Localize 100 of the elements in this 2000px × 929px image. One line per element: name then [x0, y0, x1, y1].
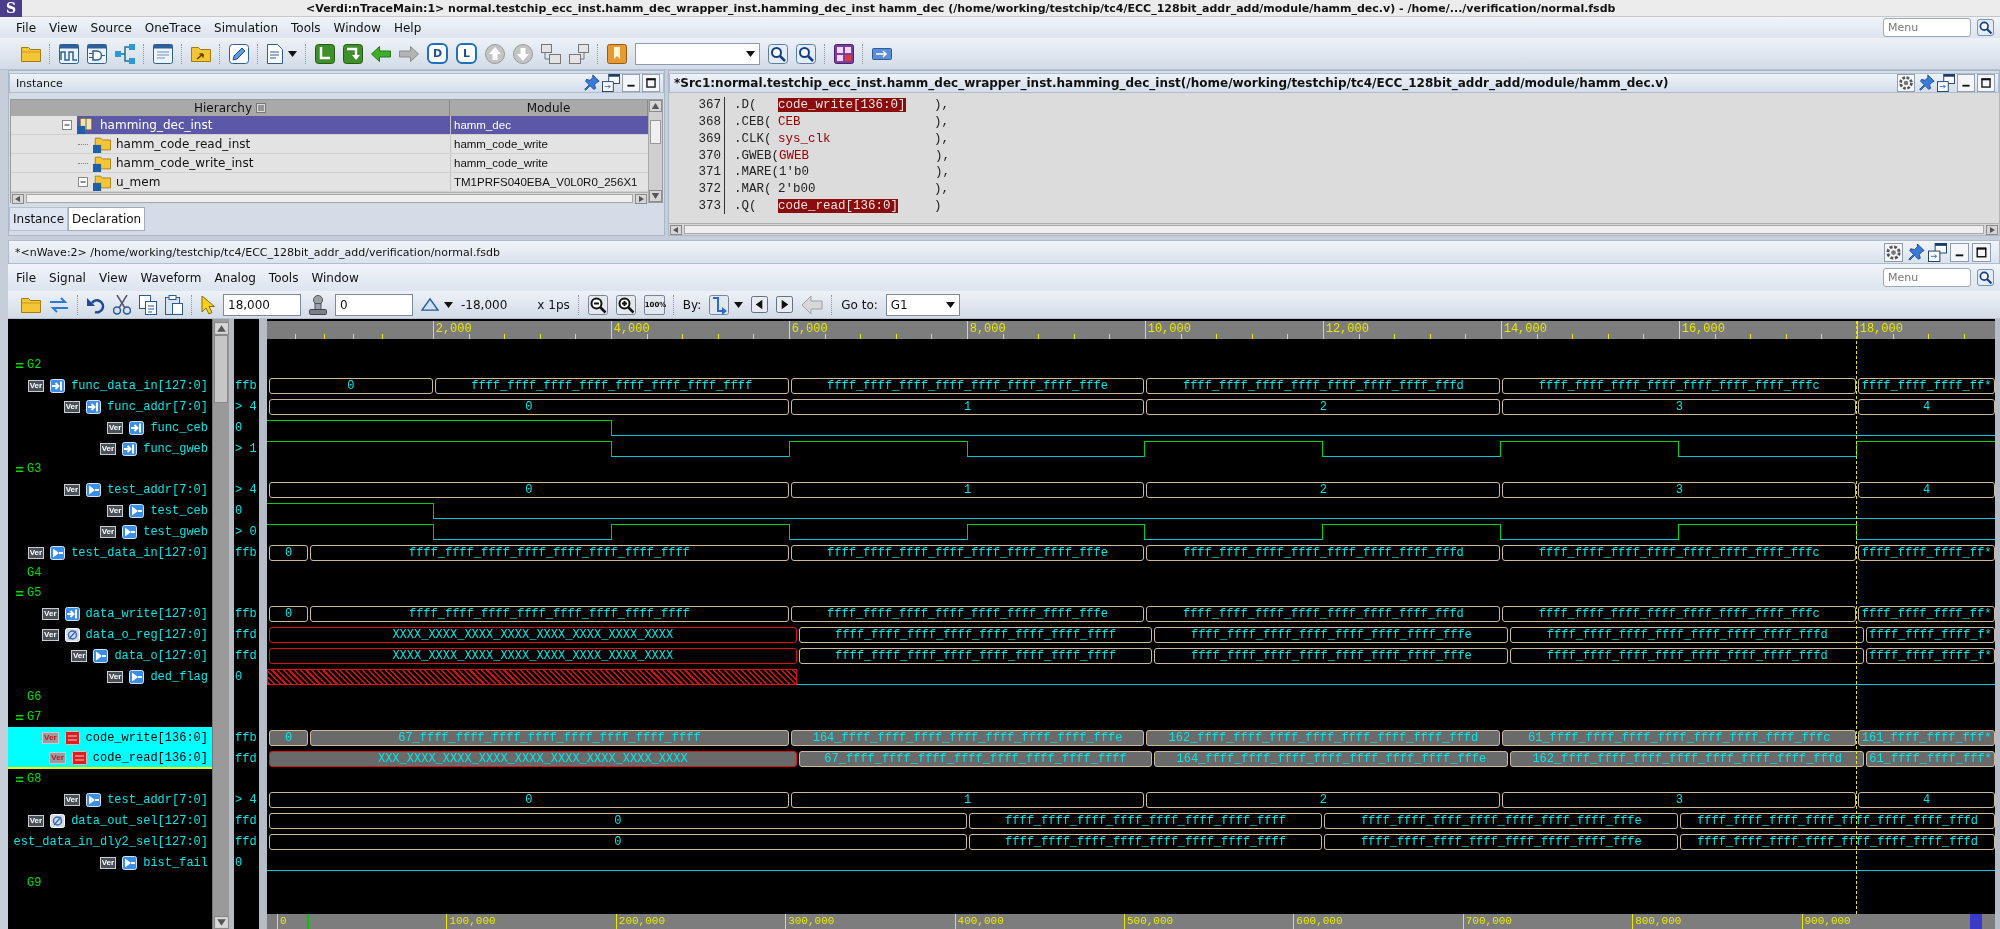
caret-icon[interactable] [288, 50, 297, 57]
tree-row[interactable]: u_mem TM1PRFS040EBA_V0L0R0_256X1 [93, 173, 648, 191]
clipboard-icon[interactable] [165, 294, 183, 315]
triangle-icon[interactable] [421, 298, 439, 311]
menu-item[interactable]: Analog [208, 270, 262, 285]
zoom-out-icon[interactable] [587, 294, 608, 315]
menu-item[interactable]: View [92, 270, 134, 285]
windows-icon[interactable] [602, 74, 620, 92]
scroll-right-icon[interactable] [1986, 224, 1998, 235]
horizontal-scrollbar[interactable] [669, 223, 1999, 235]
menu-search-field[interactable]: Menu [1883, 268, 1971, 287]
menu-item[interactable]: View [43, 20, 84, 35]
tree-row[interactable]: hamm_code_read_inst hamm_code_write [93, 135, 648, 153]
signal-row[interactable]: Ver test_data_in[127:0] [8, 542, 212, 563]
left-arrow-icon[interactable] [371, 45, 391, 62]
group-name[interactable]: G9 [27, 876, 42, 890]
windows-icon[interactable] [1937, 74, 1955, 92]
scroll-left-icon[interactable] [670, 224, 682, 235]
group-name[interactable]: G6 [27, 690, 42, 704]
gear-icon[interactable] [1897, 74, 1915, 92]
caret-icon[interactable] [444, 301, 453, 308]
tree-row[interactable]: hamming_dec_inst hamm_dec [77, 116, 648, 134]
marker-time-field[interactable]: 0 [335, 293, 413, 316]
pointer-arrow-icon[interactable] [201, 294, 215, 315]
signal-row[interactable]: Ver data_out_sel[127:0] [8, 810, 212, 831]
equals-icon[interactable] [16, 714, 23, 720]
search-icon[interactable] [1977, 269, 1994, 286]
signal-row[interactable]: Ver func_gweb [8, 438, 212, 459]
collapse-icon[interactable] [62, 120, 72, 130]
group-name[interactable]: G4 [27, 566, 42, 580]
equals-icon[interactable] [16, 590, 23, 596]
minimize-icon[interactable] [1957, 74, 1975, 92]
minimize-icon[interactable] [1950, 242, 1969, 262]
menu-item[interactable]: Tools [285, 20, 327, 35]
menu-item[interactable]: Source [84, 20, 138, 35]
swap-arrows-icon[interactable] [49, 296, 69, 313]
scroll-left-icon[interactable] [12, 193, 24, 204]
tile-button[interactable]: D [427, 43, 448, 64]
equals-icon[interactable] [16, 776, 23, 782]
menu-item[interactable]: Tools [262, 270, 305, 285]
copy-icon[interactable] [139, 294, 157, 315]
logic-gate-icon[interactable] [87, 43, 107, 64]
signal-row[interactable]: Ver test_addr[7:0] [8, 479, 212, 500]
group-name[interactable]: G8 [27, 772, 42, 786]
scrollbar-thumb[interactable] [26, 194, 633, 203]
folder-icon[interactable] [21, 296, 41, 313]
goto-dropdown[interactable]: G1 [885, 293, 960, 316]
signal-row[interactable]: Ver func_addr[7:0] [8, 396, 212, 417]
group-name[interactable]: G2 [27, 358, 42, 372]
tab[interactable]: Declaration [68, 207, 146, 231]
menu-item[interactable]: Help [387, 20, 428, 35]
scrollbar-thumb[interactable] [650, 120, 661, 144]
menu-item[interactable]: File [10, 270, 43, 285]
overview-thumb[interactable] [1970, 914, 1982, 929]
tile-button[interactable]: L [456, 43, 477, 64]
pin-icon[interactable] [582, 74, 600, 92]
equals-icon[interactable] [16, 466, 23, 472]
signal-row[interactable]: Ver data_write[127:0] [8, 603, 212, 624]
scroll-up-icon[interactable] [649, 100, 662, 112]
stacked-windows-icon[interactable] [569, 43, 589, 64]
up-arrow-circle-icon[interactable] [485, 43, 505, 64]
signal-row[interactable]: Ver data_o[127:0] [8, 645, 212, 666]
scrollbar-thumb[interactable] [214, 335, 228, 403]
pencil-icon[interactable] [229, 43, 249, 64]
document-icon[interactable] [267, 43, 283, 64]
gear-icon[interactable] [1884, 242, 1903, 262]
arrow-box-icon[interactable] [872, 47, 892, 60]
zoom-in-icon[interactable] [615, 294, 636, 315]
waveform-icon[interactable] [59, 43, 79, 64]
stamp-icon[interactable] [309, 294, 327, 315]
vertical-scrollbar[interactable] [212, 319, 229, 929]
group-name[interactable]: G7 [27, 710, 42, 724]
scroll-down-icon[interactable] [649, 190, 662, 202]
signal-row[interactable]: Ver test_addr[7:0] [8, 789, 212, 810]
menu-item[interactable]: Window [327, 20, 387, 35]
undo-icon[interactable] [87, 295, 105, 314]
group-name[interactable]: G5 [27, 586, 42, 600]
apps-icon[interactable] [834, 43, 854, 64]
signal-row[interactable]: Ver code_read[136:0] [8, 748, 212, 769]
cursor-time-field[interactable]: 18,000 [223, 293, 301, 316]
scroll-right-icon[interactable] [635, 193, 647, 204]
down-arrow-circle-icon[interactable] [513, 43, 533, 64]
folder-arrow-icon[interactable] [191, 45, 211, 62]
stacked-windows-icon[interactable] [541, 43, 561, 64]
bookmark-icon[interactable] [607, 43, 627, 64]
node-tree-icon[interactable] [115, 43, 135, 64]
maximize-icon[interactable] [642, 74, 660, 92]
signal-row[interactable]: est_data_in_dly2_sel[127:0] [8, 831, 212, 852]
menu-item[interactable]: Simulation [208, 20, 284, 35]
pin-icon[interactable] [1906, 242, 1925, 262]
scroll-up-icon[interactable] [213, 322, 229, 335]
scrollbar-thumb[interactable] [684, 225, 1984, 234]
right-arrow-icon[interactable] [399, 45, 419, 62]
menu-search-field[interactable]: Menu [1883, 18, 1971, 37]
scissors-icon[interactable] [113, 294, 131, 315]
maximize-icon[interactable] [1972, 242, 1991, 262]
window-icon[interactable] [153, 43, 173, 64]
tab[interactable]: Instance [9, 207, 69, 231]
signal-row[interactable]: Ver ded_flag [8, 666, 212, 687]
group-name[interactable]: G3 [27, 462, 42, 476]
